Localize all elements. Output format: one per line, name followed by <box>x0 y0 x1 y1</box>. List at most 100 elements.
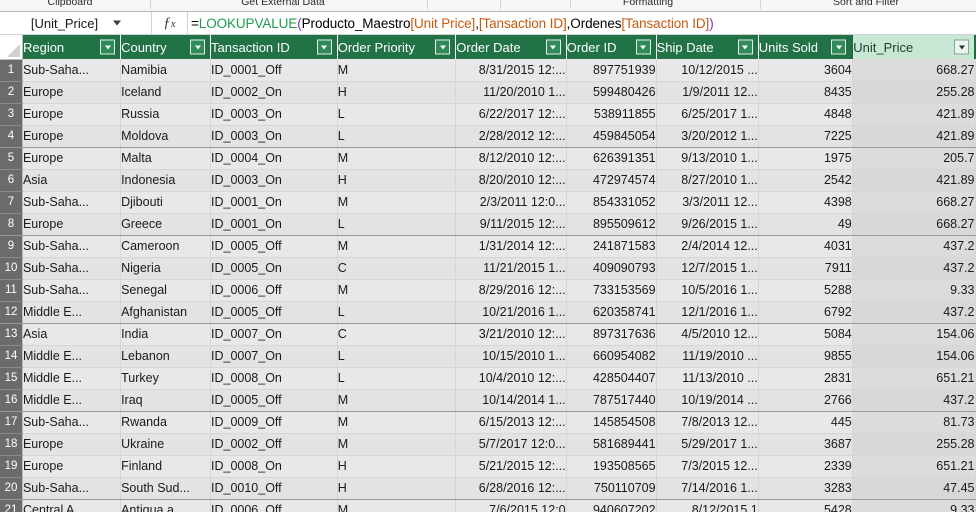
cell-order-priority[interactable]: H <box>337 477 457 500</box>
cell-country[interactable]: Iceland <box>120 81 211 104</box>
cell-units-sold[interactable]: 9855 <box>758 345 853 368</box>
cell-country[interactable]: Senegal <box>120 279 211 302</box>
cell-country[interactable]: Finland <box>120 455 211 478</box>
cell-order-date[interactable]: 5/21/2015 12:... <box>455 455 567 478</box>
cell-region[interactable]: Europe <box>22 81 122 104</box>
table-row[interactable]: 15 Middle E... Turkey ID_0008_On L 10/4/2010 … <box>0 367 976 390</box>
cell-tansaction-id[interactable]: ID_0001_Off <box>210 59 338 82</box>
cell-order-priority[interactable]: L <box>337 213 457 236</box>
cell-order-priority[interactable]: M <box>337 499 457 512</box>
formula-input[interactable]: = LOOKUPVALUE(Producto_Maestro [Unit Price… <box>188 12 976 34</box>
column-header-order-priority[interactable]: Order Priority <box>337 35 457 59</box>
cell-region[interactable]: Europe <box>22 455 122 478</box>
cell-tansaction-id[interactable]: ID_0005_On <box>210 257 338 280</box>
cell-order-priority[interactable]: C <box>337 257 457 280</box>
cell-units-sold[interactable]: 2766 <box>758 389 853 412</box>
cell-tansaction-id[interactable]: ID_0005_Off <box>210 389 338 412</box>
cell-unit-price[interactable]: 437.2 <box>852 301 976 324</box>
table-row[interactable]: 18 Europe Ukraine ID_0002_Off M 5/7/2017 12:0… <box>0 433 976 456</box>
cell-order-date[interactable]: 5/7/2017 12:0... <box>455 433 567 456</box>
filter-dropdown-icon[interactable] <box>545 39 561 55</box>
cell-order-date[interactable]: 10/4/2010 12:... <box>455 367 567 390</box>
filter-dropdown-icon[interactable] <box>316 39 332 55</box>
cell-order-priority[interactable]: M <box>337 59 457 82</box>
cell-order-date[interactable]: 6/15/2013 12:... <box>455 411 567 434</box>
cell-units-sold[interactable]: 7911 <box>758 257 853 280</box>
cell-ship-date[interactable]: 10/5/2016 1... <box>656 279 759 302</box>
cell-country[interactable]: Afghanistan <box>120 301 211 324</box>
cell-country[interactable]: Rwanda <box>120 411 211 434</box>
cell-ship-date[interactable]: 8/12/2015 1 <box>656 499 759 512</box>
cell-units-sold[interactable]: 3283 <box>758 477 853 500</box>
column-header-order-id[interactable]: Order ID <box>566 35 657 59</box>
cell-country[interactable]: Lebanon <box>120 345 211 368</box>
cell-tansaction-id[interactable]: ID_0010_Off <box>210 477 338 500</box>
table-row[interactable]: 8 Europe Greece ID_0001_On L 9/11/2015 12:...… <box>0 213 976 236</box>
cell-order-date[interactable]: 10/21/2016 1... <box>455 301 567 324</box>
cell-unit-price[interactable]: 9.33 <box>852 499 976 512</box>
cell-order-priority[interactable]: M <box>337 147 457 170</box>
cell-country[interactable]: Antigua a <box>120 499 211 512</box>
cell-unit-price[interactable]: 437.2 <box>852 235 976 258</box>
cell-order-date[interactable]: 10/15/2010 1... <box>455 345 567 368</box>
spreadsheet-grid[interactable]: Region Country Tansaction ID Order Priority… <box>0 35 976 512</box>
cell-unit-price[interactable]: 668.27 <box>852 213 976 236</box>
cell-order-priority[interactable]: L <box>337 345 457 368</box>
column-header-units-sold[interactable]: Units Sold <box>758 35 853 59</box>
table-row[interactable]: 3 Europe Russia ID_0003_On L 6/22/2017 12:...… <box>0 103 976 126</box>
cell-tansaction-id[interactable]: ID_0003_On <box>210 125 338 148</box>
column-header-ship-date[interactable]: Ship Date <box>656 35 759 59</box>
cell-ship-date[interactable]: 11/13/2010 ... <box>656 367 759 390</box>
cell-order-date[interactable]: 11/21/2015 1... <box>455 257 567 280</box>
cell-country[interactable]: Iraq <box>120 389 211 412</box>
cell-unit-price[interactable]: 668.27 <box>852 59 976 82</box>
cell-order-id[interactable]: 459845054 <box>566 125 657 148</box>
cell-ship-date[interactable]: 9/26/2015 1... <box>656 213 759 236</box>
row-header[interactable]: 20 <box>0 477 23 500</box>
cell-ship-date[interactable]: 4/5/2010 12... <box>656 323 759 346</box>
cell-region[interactable]: Europe <box>22 433 122 456</box>
table-row[interactable]: 5 Europe Malta ID_0004_On M 8/12/2010 12:... 6… <box>0 147 976 170</box>
row-header[interactable]: 12 <box>0 301 23 324</box>
cell-tansaction-id[interactable]: ID_0002_On <box>210 81 338 104</box>
cell-region[interactable]: Sub-Saha... <box>22 411 122 434</box>
cell-tansaction-id[interactable]: ID_0004_On <box>210 147 338 170</box>
row-header[interactable]: 14 <box>0 345 23 368</box>
cell-country[interactable]: India <box>120 323 211 346</box>
cell-units-sold[interactable]: 5288 <box>758 279 853 302</box>
column-header-region[interactable]: Region <box>22 35 122 59</box>
cell-units-sold[interactable]: 2831 <box>758 367 853 390</box>
cell-ship-date[interactable]: 10/19/2014 ... <box>656 389 759 412</box>
cell-order-id[interactable]: 940607202 <box>566 499 657 512</box>
cell-country[interactable]: Ukraine <box>120 433 211 456</box>
column-header-tansaction-id[interactable]: Tansaction ID <box>210 35 338 59</box>
cell-order-id[interactable]: 660954082 <box>566 345 657 368</box>
table-row[interactable]: 1 Sub-Saha... Namibia ID_0001_Off M 8/31/2015… <box>0 59 976 82</box>
cell-order-id[interactable]: 750110709 <box>566 477 657 500</box>
cell-country[interactable]: South Sud... <box>120 477 211 500</box>
cell-order-id[interactable]: 145854508 <box>566 411 657 434</box>
cell-country[interactable]: Turkey <box>120 367 211 390</box>
column-header-order-date[interactable]: Order Date <box>455 35 567 59</box>
cell-region[interactable]: Middle E... <box>22 301 122 324</box>
cell-ship-date[interactable]: 12/7/2015 1... <box>656 257 759 280</box>
cell-order-id[interactable]: 620358741 <box>566 301 657 324</box>
table-row[interactable]: 17 Sub-Saha... Rwanda ID_0009_Off M 6/15/2013… <box>0 411 976 434</box>
row-header[interactable]: 8 <box>0 213 23 236</box>
cell-order-priority[interactable]: M <box>337 279 457 302</box>
cell-tansaction-id[interactable]: ID_0006_Off <box>210 499 338 512</box>
cell-country[interactable]: Malta <box>120 147 211 170</box>
cell-tansaction-id[interactable]: ID_0006_Off <box>210 279 338 302</box>
cell-unit-price[interactable]: 154.06 <box>852 345 976 368</box>
table-row[interactable]: 19 Europe Finland ID_0008_On H 5/21/2015 12:.… <box>0 455 976 478</box>
cell-order-date[interactable]: 1/31/2014 12:... <box>455 235 567 258</box>
cell-region[interactable]: Europe <box>22 213 122 236</box>
cell-country[interactable]: Nigeria <box>120 257 211 280</box>
cell-units-sold[interactable]: 3604 <box>758 59 853 82</box>
cell-unit-price[interactable]: 255.28 <box>852 433 976 456</box>
filter-dropdown-icon[interactable] <box>635 39 651 55</box>
cell-order-priority[interactable]: L <box>337 125 457 148</box>
table-row[interactable]: 6 Asia Indonesia ID_0003_On H 8/20/2010 12:..… <box>0 169 976 192</box>
row-header[interactable]: 18 <box>0 433 23 456</box>
cell-order-id[interactable]: 897317636 <box>566 323 657 346</box>
